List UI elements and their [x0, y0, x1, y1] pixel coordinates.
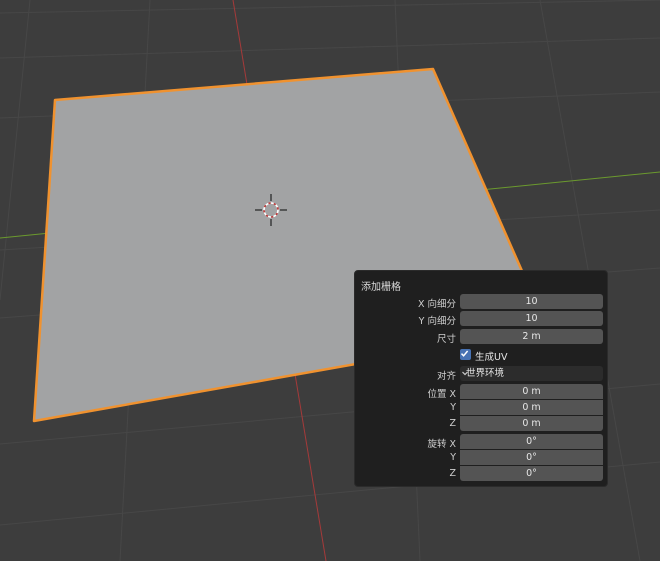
align-row: 对齐 世界环境 — [355, 366, 609, 382]
location-z-row: Z 0 m — [355, 416, 609, 432]
location-z-label: Z — [449, 418, 456, 429]
location-x-label: 位置 X — [427, 389, 456, 400]
location-z-field[interactable]: 0 m — [460, 416, 603, 431]
y-subdivisions-label: Y 向细分 — [418, 316, 456, 327]
x-subdivisions-row: X 向细分 10 — [355, 294, 609, 310]
generate-uv-checkbox[interactable] — [460, 349, 471, 360]
x-subdivisions-label: X 向细分 — [417, 299, 456, 310]
size-field[interactable]: 2 m — [460, 329, 603, 344]
align-dropdown[interactable]: 世界环境 — [460, 366, 603, 381]
rotation-y-label: Y — [450, 452, 456, 463]
location-x-row: 位置 X 0 m — [355, 384, 609, 400]
checkmark-icon — [460, 350, 469, 357]
align-value: 世界环境 — [466, 368, 505, 379]
panel-title: 添加栅格 — [361, 282, 401, 293]
location-y-label: Y — [450, 402, 456, 413]
rotation-z-field[interactable]: 0° — [460, 466, 603, 481]
rotation-y-row: Y 0° — [355, 450, 609, 466]
rotation-x-field[interactable]: 0° — [460, 434, 603, 449]
y-subdivisions-row: Y 向细分 10 — [355, 311, 609, 327]
rotation-z-row: Z 0° — [355, 466, 609, 482]
location-y-row: Y 0 m — [355, 400, 609, 416]
y-subdivisions-field[interactable]: 10 — [460, 311, 603, 326]
size-label: 尺寸 — [436, 334, 456, 345]
3d-viewport[interactable]: 添加栅格 X 向细分 10 Y 向细分 10 尺寸 2 m 生成UV 对齐 世界… — [0, 0, 660, 561]
rotation-y-field[interactable]: 0° — [460, 450, 603, 465]
rotation-x-label: 旋转 X — [427, 439, 456, 450]
chevron-down-icon — [462, 371, 468, 376]
add-grid-operator-panel: 添加栅格 X 向细分 10 Y 向细分 10 尺寸 2 m 生成UV 对齐 世界… — [354, 270, 608, 487]
rotation-z-label: Z — [449, 468, 456, 479]
size-row: 尺寸 2 m — [355, 329, 609, 345]
rotation-x-row: 旋转 X 0° — [355, 434, 609, 450]
generate-uv-label: 生成UV — [475, 352, 508, 363]
location-x-field[interactable]: 0 m — [460, 384, 603, 399]
location-y-field[interactable]: 0 m — [460, 400, 603, 415]
align-label: 对齐 — [436, 371, 456, 382]
x-subdivisions-field[interactable]: 10 — [460, 294, 603, 309]
